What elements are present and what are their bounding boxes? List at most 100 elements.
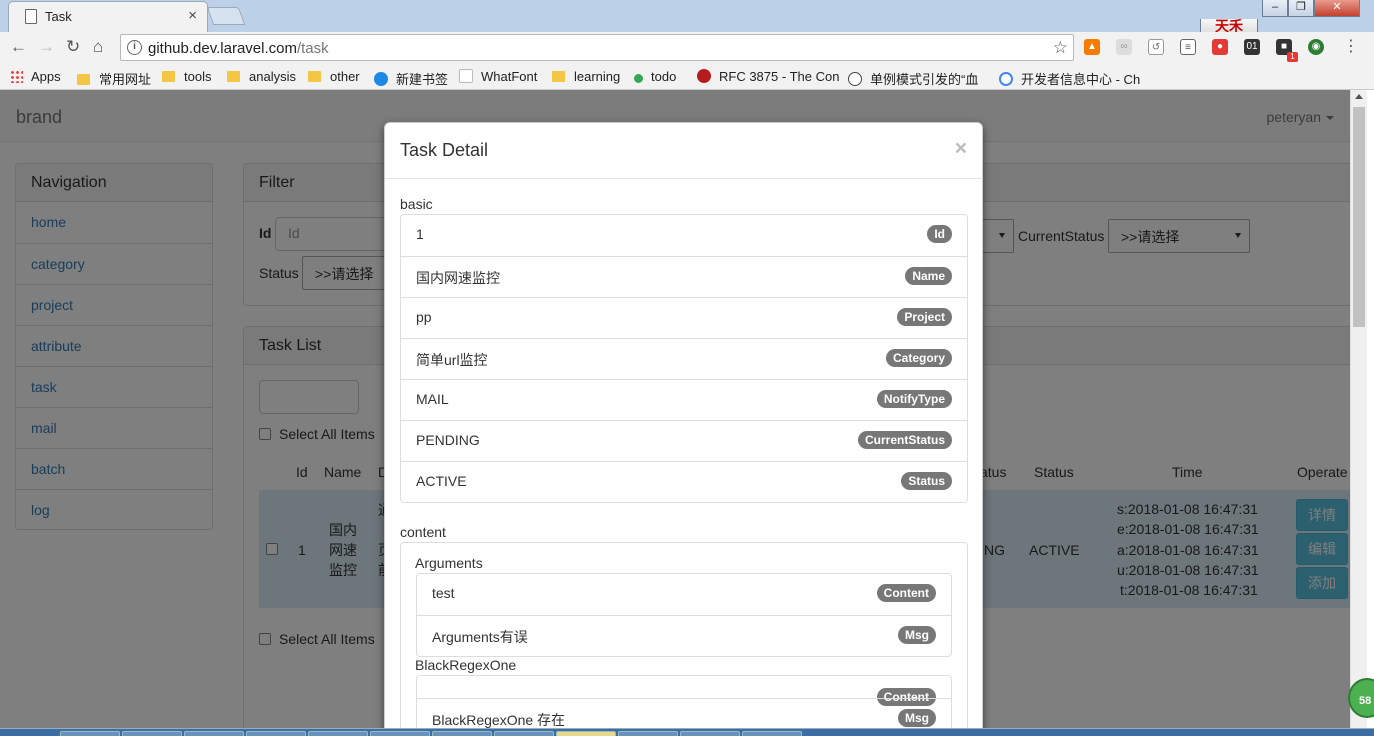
address-bar[interactable]: i github.dev.laravel.com/task ☆: [120, 34, 1074, 61]
scroll-up-icon[interactable]: [1355, 94, 1363, 99]
list-item: 1 Id: [401, 215, 967, 256]
badge: Msg: [898, 626, 936, 644]
drive-icon: [634, 74, 643, 83]
taskbar-item[interactable]: [680, 731, 740, 736]
badge: Project: [897, 308, 952, 326]
info-icon[interactable]: i: [127, 40, 142, 55]
browser-toolbar: ← → ↻ ⌂ i github.dev.laravel.com/task ☆ …: [0, 32, 1374, 63]
badge: Name: [905, 267, 952, 285]
folder-icon: [77, 74, 90, 85]
history-extension-icon[interactable]: ↺: [1148, 39, 1164, 55]
badge: CurrentStatus: [857, 431, 952, 449]
bookmark-item[interactable]: 开发者信息中心 - Ch: [999, 69, 1140, 88]
taskbar-item[interactable]: [432, 731, 492, 736]
folder-icon: [227, 71, 240, 82]
url-text: github.dev.laravel.com/task: [148, 40, 329, 57]
badge: Msg: [898, 709, 936, 727]
tab-close-icon[interactable]: ×: [188, 7, 197, 24]
badge: Status: [901, 472, 952, 490]
badge: Content: [876, 584, 936, 602]
forward-icon[interactable]: →: [38, 37, 55, 57]
list-item: PENDING CurrentStatus: [401, 420, 967, 461]
bookmark-folder[interactable]: learning: [552, 69, 620, 84]
bookmark-item[interactable]: todo: [634, 69, 676, 84]
basic-section-label: basic: [400, 196, 433, 212]
reload-icon[interactable]: ↻: [66, 37, 80, 57]
list-item: Content: [417, 676, 951, 706]
notes-extension-icon[interactable]: ≡: [1180, 39, 1196, 55]
bookmark-item[interactable]: 新建书签: [374, 69, 448, 88]
page-scrollbar[interactable]: [1350, 90, 1367, 730]
tab-task[interactable]: Task ×: [8, 1, 208, 32]
new-tab-button[interactable]: [206, 7, 246, 25]
taskbar-item[interactable]: [742, 731, 802, 736]
bookmark-star-icon[interactable]: ☆: [1053, 38, 1068, 58]
modal-title: Task Detail: [400, 140, 489, 160]
taskbar-item[interactable]: [370, 731, 430, 736]
m-icon: [374, 72, 388, 86]
taskbar-item[interactable]: [246, 731, 306, 736]
taskbar-item[interactable]: [184, 731, 244, 736]
folder-icon: [552, 71, 565, 82]
apps-icon: [10, 70, 23, 83]
binary-extension-icon[interactable]: 01: [1244, 39, 1260, 55]
page-icon: [25, 9, 37, 24]
menu-icon[interactable]: ⋮: [1343, 36, 1359, 56]
modal-close-icon[interactable]: ×: [955, 137, 967, 161]
scrollbar-thumb[interactable]: [1353, 107, 1365, 327]
google-icon: [999, 72, 1013, 86]
list-item: pp Project: [401, 297, 967, 338]
bookmark-apps[interactable]: Apps: [10, 69, 61, 84]
content-section-label: content: [400, 524, 446, 540]
folder-icon: [162, 71, 175, 82]
bookmark-folder[interactable]: other: [308, 69, 360, 84]
back-icon[interactable]: ←: [10, 37, 27, 57]
bookmark-item[interactable]: 单例模式引发的“血: [848, 69, 978, 88]
home-icon[interactable]: ⌂: [93, 37, 103, 57]
badge: Id: [927, 225, 952, 243]
bookmark-folder[interactable]: analysis: [227, 69, 296, 84]
taskbar-item[interactable]: [122, 731, 182, 736]
chart-extension-icon[interactable]: ▲: [1084, 39, 1100, 55]
rfc-icon: [697, 69, 711, 83]
minimize-button[interactable]: –: [1262, 0, 1288, 17]
avatar-extension-icon[interactable]: ●: [1212, 39, 1228, 55]
arguments-list: test Content Arguments有误 Msg: [416, 573, 952, 657]
bookmark-folder[interactable]: tools: [162, 69, 211, 84]
group-label-arguments: Arguments: [415, 555, 483, 571]
globe-extension-icon[interactable]: ◉: [1308, 39, 1324, 55]
close-window-button[interactable]: ✕: [1314, 0, 1360, 17]
blackregexone-list: Content BlackRegexOne 存在 Msg: [416, 675, 952, 736]
task-detail-modal: Task Detail × basic 1 Id 国内网速监控 Name pp Pro…: [384, 122, 983, 736]
list-item: ACTIVE Status: [401, 461, 967, 502]
blog-icon: [848, 72, 862, 86]
group-label-blackregexone: BlackRegexOne: [415, 657, 517, 673]
list-item: MAIL NotifyType: [401, 379, 967, 420]
list-item: test Content: [417, 574, 951, 615]
page-icon: [459, 69, 473, 83]
window-edge: [1367, 90, 1374, 730]
list-item: 简单url监控 Category: [401, 338, 967, 379]
taskbar-item[interactable]: [618, 731, 678, 736]
modal-header: Task Detail ×: [385, 123, 982, 179]
badge: NotifyType: [876, 390, 952, 408]
link-extension-icon[interactable]: ∞: [1116, 39, 1132, 55]
basic-list: 1 Id 国内网速监控 Name pp Project 简单url监控 Category…: [400, 214, 968, 503]
extension-badge: 1: [1287, 52, 1298, 62]
os-taskbar: [0, 728, 1374, 736]
list-item: Arguments有误 Msg: [417, 615, 951, 656]
bookmark-folder[interactable]: 常用网址: [77, 69, 151, 88]
taskbar-item[interactable]: [60, 731, 120, 736]
folder-icon: [308, 71, 321, 82]
tab-strip: Task × 天禾 – ❐ ✕: [0, 0, 1374, 36]
bookmarks-bar: Apps 常用网址 tools analysis other 新建书签 What…: [0, 63, 1374, 90]
bookmark-item[interactable]: WhatFont: [459, 69, 537, 84]
taskbar-item[interactable]: [494, 731, 554, 736]
taskbar-item-active[interactable]: [556, 731, 616, 736]
list-item: 国内网速监控 Name: [401, 256, 967, 297]
taskbar-item[interactable]: [308, 731, 368, 736]
badge: Category: [885, 349, 952, 367]
maximize-button[interactable]: ❐: [1288, 0, 1314, 17]
tab-title: Task: [45, 9, 72, 24]
bookmark-item[interactable]: RFC 3875 - The Con: [697, 69, 839, 84]
